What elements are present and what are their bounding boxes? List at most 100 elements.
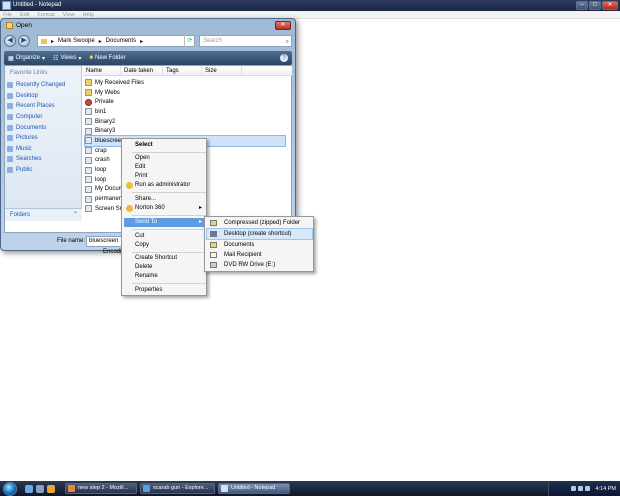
clock[interactable]: 4:14 PM [596,486,616,492]
volume-icon[interactable] [577,486,583,491]
fav-link-documents[interactable]: Documents [7,122,81,133]
fav-link-pictures[interactable]: Pictures [7,133,81,144]
new-folder-button[interactable]: ■ New Folder [89,55,125,61]
show-desktop-icon[interactable] [25,484,33,493]
send-to-dvd-drive[interactable]: DVD RW Drive (E:) [207,260,312,270]
menu-item-open[interactable]: Open [124,154,205,163]
menu-format[interactable]: Format [37,11,54,18]
menu-item-edit[interactable]: Edit [124,163,205,172]
file-name: My Received Files [95,79,145,86]
public-icon [7,167,13,174]
file-row[interactable]: My Received Files [85,78,285,88]
organize-button[interactable]: ▦ Organize ▾ [8,55,45,62]
firefox-icon [68,485,75,492]
menu-help[interactable]: Help [83,11,94,18]
notepad-icon [221,485,228,492]
column-tags[interactable]: Tags [163,66,202,75]
file-icon [85,185,92,193]
start-button[interactable] [3,481,17,496]
fav-link-label: Recent Places [16,103,55,110]
fav-link-label: Recently Changed [16,82,66,89]
back-button[interactable]: ◀ [4,35,16,47]
file-row[interactable]: Binary3 [85,126,285,136]
help-icon[interactable]: ? [280,54,288,62]
zip-folder-icon [210,220,217,226]
menu-view[interactable]: View [63,11,75,18]
file-name: My Webs [95,89,120,96]
menu-item-rename[interactable]: Rename [124,272,205,281]
new-folder-label: New Folder [94,55,126,61]
file-row[interactable]: My Webs [85,88,285,98]
column-date-taken[interactable]: Date taken [121,66,163,75]
breadcrumb-mark-swoope[interactable]: Mark Swoope [58,38,95,44]
file-name: crash [95,157,110,164]
task-label: scarab gun - Explore... [153,485,209,491]
menu-item-delete[interactable]: Delete [124,263,205,272]
dialog-close-button[interactable]: ✕ [275,21,291,30]
computer-icon [7,114,13,121]
mail-icon [210,252,217,258]
send-to-submenu: Compressed (zipped) Folder Desktop (crea… [204,216,314,272]
file-name: loop [95,176,107,183]
minimize-button[interactable]: – [576,1,588,10]
menu-item-create-shortcut[interactable]: Create Shortcut [124,254,205,263]
fav-link-computer[interactable]: Computer [7,112,81,123]
file-row[interactable]: bin1 [85,107,285,117]
menu-item-run-as-admin[interactable]: Run as administrator [124,181,205,190]
send-to-documents[interactable]: Documents [207,240,312,250]
menu-item-send-to[interactable]: Send To ▸ [124,218,205,227]
views-button[interactable]: ☷ Views ▾ [53,55,81,62]
security-icon[interactable] [584,486,590,491]
breadcrumb-documents[interactable]: Documents [106,38,136,44]
send-to-desktop[interactable]: Desktop (create shortcut) [206,228,313,240]
firefox-icon[interactable] [47,484,55,493]
fav-link-recent-places[interactable]: Recent Places [7,101,81,112]
menu-item-cut[interactable]: Cut [124,232,205,241]
file-name: crap [95,147,107,154]
taskbar-item-firefox[interactable]: new step 2 - Mozill... [65,483,137,494]
desktop-icon [210,231,217,237]
file-name: bluescreen [95,137,125,144]
close-button[interactable]: ✕ [602,1,618,10]
send-to-mail-recipient[interactable]: Mail Recipient [207,250,312,260]
app-icon [85,98,92,106]
fav-link-music[interactable]: Music [7,144,81,155]
search-input[interactable]: Search ⌕ [199,35,292,47]
menu-item-label: Send To [135,219,157,225]
switch-windows-icon[interactable] [36,484,44,493]
network-icon[interactable] [570,486,576,491]
maximize-button[interactable]: □ [589,1,601,10]
fav-link-desktop[interactable]: Desktop [7,91,81,102]
menu-item-select[interactable]: Select [124,141,205,150]
forward-button[interactable]: ▶ [18,35,30,47]
menu-item-share[interactable]: Share... [124,195,205,204]
menu-item-properties[interactable]: Properties [124,286,205,295]
search-icon[interactable]: ⌕ [286,37,289,47]
file-name-input[interactable]: bluescreen [86,236,126,247]
fav-link-searches[interactable]: Searches [7,154,81,165]
menu-item-norton-360[interactable]: Norton 360 ▸ [124,204,205,213]
address-bar[interactable]: ▸ Mark Swoope ▸ Documents ▸ [37,35,195,47]
send-to-compressed-folder[interactable]: Compressed (zipped) Folder [207,218,312,228]
taskbar-item-notepad[interactable]: Untitled - Notepad [218,483,290,494]
fav-link-public[interactable]: Public [7,165,81,176]
menu-item-print[interactable]: Print [124,172,205,181]
new-folder-icon: ■ [89,55,93,61]
menu-item-copy[interactable]: Copy [124,241,205,250]
column-size[interactable]: Size [202,66,242,75]
file-icon [85,108,92,116]
menu-edit[interactable]: Edit [20,11,29,18]
fav-link-recently-changed[interactable]: Recently Changed [7,80,81,91]
folders-toggle[interactable]: Folders ⌃ [5,208,82,221]
taskbar-item-explorer[interactable]: scarab gun - Explore... [140,483,215,494]
column-name[interactable]: Name [83,66,121,75]
chevron-down-icon: ▾ [78,55,82,62]
dvd-drive-icon [210,262,217,268]
file-icon [85,195,92,203]
file-row[interactable]: Binary2 [85,117,285,127]
menu-file[interactable]: File [3,11,12,18]
folder-open-icon [6,22,13,29]
file-row[interactable]: Private [85,97,285,107]
refresh-icon[interactable]: ⟳ [184,35,195,47]
documents-icon [7,124,13,131]
